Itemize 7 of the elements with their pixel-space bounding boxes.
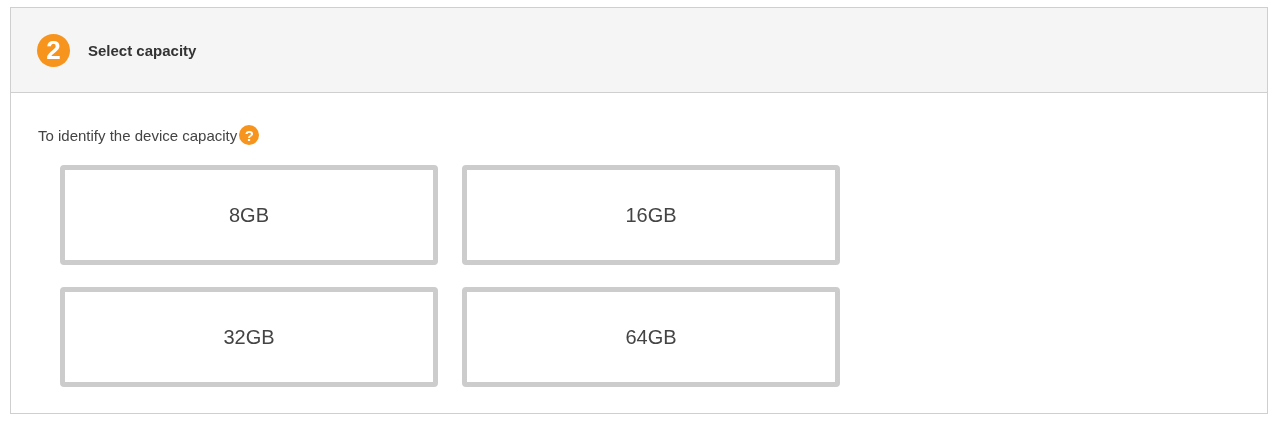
step-number-badge: 2 <box>37 33 70 67</box>
capacity-option-button[interactable]: 64GB <box>462 287 840 387</box>
capacity-option-button[interactable]: 8GB <box>60 165 438 265</box>
capacity-option-button[interactable]: 16GB <box>462 165 840 265</box>
section-title: Select capacity <box>88 41 197 59</box>
instruction-text: To identify the device capacity <box>38 126 238 144</box>
capacity-option-button[interactable]: 32GB <box>60 287 438 387</box>
